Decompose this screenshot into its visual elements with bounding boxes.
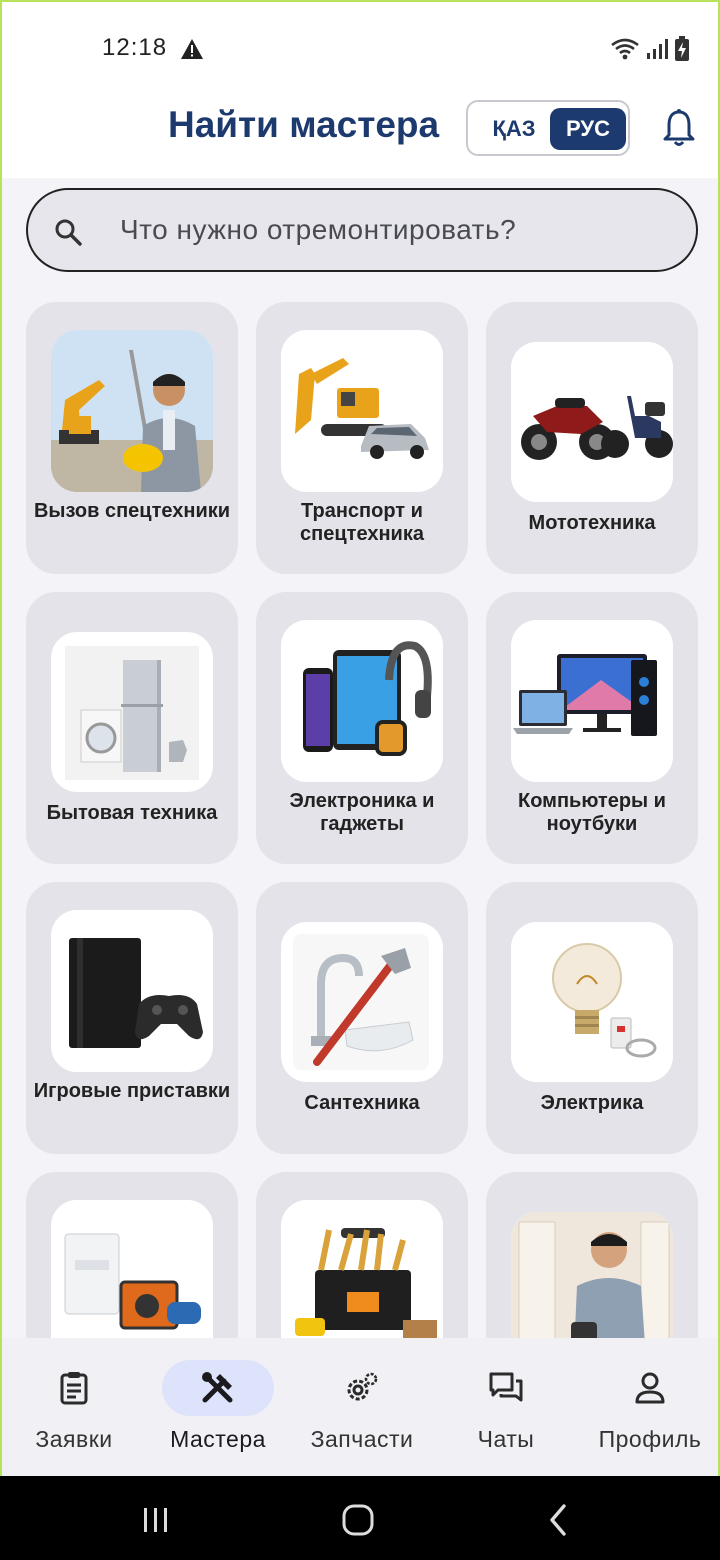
nav-label: Профиль [598,1426,702,1452]
category-thumb-electronics [281,620,443,782]
category-label: Мототехника [528,512,656,534]
language-switch: ҚАЗ РУС [466,100,630,156]
category-thumb-game-consoles [51,910,213,1072]
bottom-navigation: Заявки Мастера Запчасти Чаты Профиль [2,1338,718,1476]
category-thumb-motorcycles [511,342,673,502]
status-bar: 12:18 [2,2,718,94]
category-label: Вызов спецтехники [33,500,231,522]
tools-icon [202,1372,233,1403]
nav-label: Заявки [35,1426,113,1452]
category-card[interactable]: Транспорт и спецтехника [256,302,468,574]
category-label: Бытовая техника [46,802,218,824]
system-navigation-bar [0,1476,720,1560]
wifi-icon [611,38,639,60]
nav-label: Запчасти [310,1426,414,1452]
recent-apps-icon[interactable] [138,1502,174,1538]
category-card[interactable]: Электроника и гаджеты [256,592,468,864]
category-label: Электроника и гаджеты [289,790,435,835]
nav-item-profile[interactable]: Профиль [578,1338,718,1476]
person-icon [635,1372,665,1404]
nav-item-masters[interactable]: Мастера [146,1338,290,1476]
nav-item-parts[interactable]: Запчасти [290,1338,434,1476]
category-card[interactable]: Вызов спецтехники [26,302,238,574]
category-label: Компьютеры и ноутбуки [518,790,666,835]
content-area: Что нужно отремонтировать? Вызов спецтех… [2,178,718,1444]
status-time: 12:18 [102,34,168,61]
category-thumb-special-equipment-call [51,330,213,492]
search-bar[interactable]: Что нужно отремонтировать? [26,188,698,272]
category-thumb-computers [511,620,673,782]
bell-icon[interactable] [662,108,696,148]
signal-icon [647,39,668,59]
page-title: Найти мастера [168,104,440,145]
category-thumb-transport [281,330,443,492]
category-card[interactable]: Компьютеры и ноутбуки [486,592,698,864]
app-header: Найти мастера ҚАЗ РУС [2,94,718,178]
category-card[interactable]: Игровые приставки [26,882,238,1154]
category-thumb-plumbing [281,922,443,1082]
alert-icon [181,39,203,59]
category-label: Электрика [540,1092,644,1114]
category-card[interactable]: Бытовая техника [26,592,238,864]
category-card[interactable]: Сантехника [256,882,468,1154]
back-icon[interactable] [540,1502,576,1538]
search-input[interactable]: Что нужно отремонтировать? [120,214,516,246]
search-icon [55,219,82,246]
app-screen: 12:18 Найти мастера ҚАЗ РУС Что нужно от… [0,0,720,1476]
home-icon[interactable] [340,1502,376,1538]
category-card[interactable]: Электрика [486,882,698,1154]
lang-rus-button[interactable]: РУС [550,108,626,150]
category-label: Сантехника [304,1092,420,1114]
nav-label: Мастера [170,1426,266,1452]
lang-kaz-button[interactable]: ҚАЗ [476,108,552,150]
nav-label: Чаты [477,1426,535,1452]
nav-item-requests[interactable]: Заявки [2,1338,146,1476]
category-thumb-appliances [51,632,213,792]
category-card[interactable]: Мототехника [486,302,698,574]
gears-icon [347,1372,378,1401]
battery-charging-icon [675,36,689,61]
category-label: Транспорт и спецтехника [300,500,424,545]
chat-icon [489,1372,523,1402]
clipboard-icon [60,1372,88,1405]
category-label: Игровые приставки [33,1080,231,1102]
category-thumb-electrics [511,922,673,1082]
nav-item-chats[interactable]: Чаты [434,1338,578,1476]
